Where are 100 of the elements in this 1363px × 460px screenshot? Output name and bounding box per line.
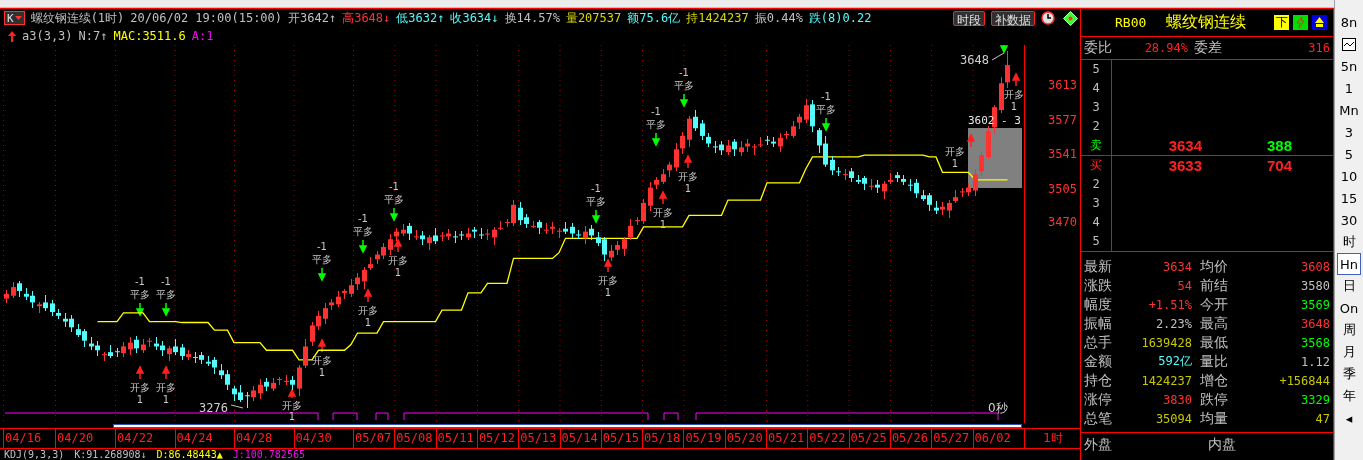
line-chart-icon — [1342, 37, 1356, 51]
period-tab[interactable]: 3 — [1337, 121, 1361, 143]
stat-value: +1.51% — [1147, 297, 1193, 312]
signal-label: 开多 — [312, 355, 332, 366]
clock-icon[interactable] — [1041, 11, 1055, 25]
signal-label: 开多 — [678, 171, 698, 182]
toolbar-button[interactable]: 补数据 — [991, 10, 1035, 26]
triangle-icon[interactable] — [1312, 15, 1327, 30]
quote-field: 螺纹钢连续(1时) — [30, 9, 125, 27]
stat-value: 1.12 — [1300, 354, 1330, 369]
up-arrow-icon — [684, 154, 692, 169]
down-arrow-icon — [652, 132, 660, 147]
price-extreme-label: 3276 — [199, 401, 228, 415]
signal-label: 平多 — [156, 289, 176, 300]
stat-label: 今开 — [1200, 295, 1229, 314]
stat-value: 316 — [1307, 41, 1330, 55]
stat-label: 前结 — [1200, 276, 1229, 295]
stat-label: 持仓 — [1084, 371, 1113, 390]
signal-label: 开多 — [653, 207, 673, 218]
price-tick: 3577 — [1048, 112, 1077, 127]
period-tab[interactable]: 月 — [1337, 341, 1361, 363]
period-tab[interactable]: 10 — [1337, 165, 1361, 187]
toolbar-button[interactable]: 时段 — [953, 10, 985, 26]
period-tab[interactable]: Hn — [1337, 253, 1361, 275]
signal-label: 平多 — [312, 254, 332, 265]
period-tab[interactable]: 年 — [1337, 385, 1361, 407]
period-tab[interactable]: 季 — [1337, 363, 1361, 385]
stat-label: 金额 — [1084, 352, 1113, 371]
date-tick: 04/28 — [234, 429, 273, 448]
up-arrow-icon — [604, 258, 612, 273]
date-tick: 05/20 — [724, 429, 763, 448]
stat-label: 最新 — [1084, 257, 1113, 276]
signal-label: 平多 — [353, 226, 373, 237]
order-rank: 5 — [1081, 60, 1112, 79]
signal-label: 开多 — [388, 255, 408, 266]
order-price: 3634 — [1167, 137, 1202, 154]
period-tab[interactable]: ◂ — [1337, 407, 1361, 429]
price-tick: 3613 — [1048, 78, 1077, 93]
download-badge[interactable]: 下 — [1274, 15, 1289, 30]
signal-label: 平多 — [674, 80, 694, 91]
stat-value: 3580 — [1300, 278, 1330, 293]
up-arrow-icon — [967, 133, 975, 148]
price-tick: 3541 — [1048, 147, 1077, 162]
caret-icon — [14, 16, 22, 20]
stat-value: 35094 — [1154, 411, 1193, 426]
period-tab[interactable]: 5n — [1337, 55, 1361, 77]
quote-field: 跌(8)0.22 — [808, 9, 872, 27]
stat-label: 总笔 — [1084, 409, 1113, 428]
period-button[interactable]: K — [4, 11, 25, 25]
stat-label: 幅度 — [1084, 295, 1113, 314]
signal-count: -1 — [651, 106, 661, 117]
stat-label: 增仓 — [1200, 371, 1229, 390]
countdown-label: 0秒 — [988, 401, 1008, 415]
down-arrow-icon — [359, 239, 367, 254]
signal-count: 1 — [162, 394, 170, 405]
stat-value: 3569 — [1300, 297, 1330, 312]
price-extreme-label: 3648 — [960, 53, 989, 67]
period-tab[interactable]: 周 — [1337, 319, 1361, 341]
order-rank: 2 — [1081, 175, 1112, 194]
period-tab[interactable]: 15 — [1337, 187, 1361, 209]
period-tab[interactable]: 1 — [1337, 77, 1361, 99]
date-tick: 04/20 — [55, 429, 94, 448]
leader-line — [230, 404, 244, 409]
signal-count: -1 — [389, 181, 399, 192]
signal-count: 1 — [659, 219, 667, 230]
signal-count: 1 — [604, 287, 612, 298]
stat-label: 量比 — [1200, 352, 1229, 371]
diamond-icon[interactable] — [1063, 10, 1078, 26]
indicator-value: a3(3,3) — [22, 29, 73, 43]
stat-value: 592亿 — [1157, 353, 1193, 370]
order-rank: 卖 — [1081, 136, 1112, 155]
period-tab[interactable]: 日 — [1337, 275, 1361, 297]
down-arrow-icon — [680, 93, 688, 108]
period-tab[interactable]: 8n — [1337, 11, 1361, 33]
period-tab[interactable]: Mn — [1337, 99, 1361, 121]
up-arrow-icon — [364, 288, 372, 303]
signal-count: 1 — [318, 367, 326, 378]
period-tab[interactable]: 5 — [1337, 143, 1361, 165]
quote-field: 收3634↓ — [450, 9, 499, 27]
period-tab[interactable]: 时 — [1337, 231, 1361, 253]
date-tick: 05/13 — [518, 429, 557, 448]
period-tab[interactable]: On — [1337, 297, 1361, 319]
scrollbar[interactable] — [113, 423, 1022, 428]
signal-label: 开多 — [1004, 89, 1024, 100]
order-price: 3633 — [1167, 157, 1202, 174]
quote-field: 高3648↓ — [342, 9, 391, 27]
period-tab[interactable]: 30 — [1337, 209, 1361, 231]
quote-field: 换14.57% — [504, 9, 560, 27]
date-tick: 05/25 — [848, 429, 887, 448]
up-arrow-icon — [1012, 72, 1020, 87]
date-tick: 04/24 — [174, 429, 213, 448]
up-arrow-icon — [394, 238, 402, 253]
down-arrow-icon — [390, 207, 398, 222]
quote-field: 持1424237 — [686, 9, 749, 27]
order-rank: 3 — [1081, 194, 1112, 213]
stat-value: 3568 — [1300, 335, 1330, 350]
indicator-value: D:86.48443▲ — [156, 449, 223, 460]
price-tick: 3505 — [1048, 181, 1077, 196]
signal-count: -1 — [317, 241, 327, 252]
contract-name: 螺纹钢连续 — [1166, 12, 1247, 33]
